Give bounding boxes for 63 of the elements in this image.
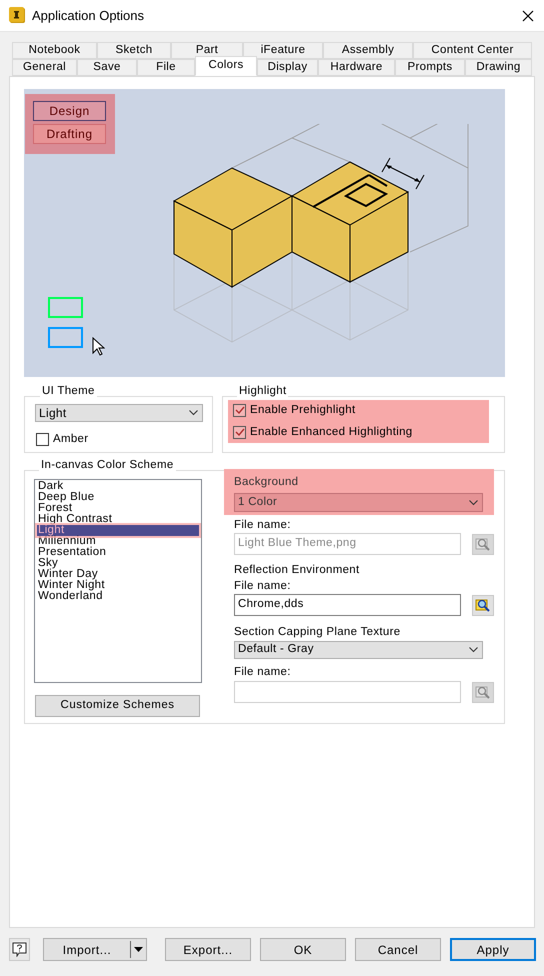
list-item[interactable]: Deep Blue [37, 492, 199, 503]
theme-dropdown[interactable]: Light [35, 404, 203, 422]
help-icon [12, 942, 27, 957]
import-button[interactable]: Import... [43, 938, 147, 961]
help-button[interactable] [9, 938, 30, 961]
file-name-field[interactable]: Chrome,dds [234, 594, 461, 616]
checkbox[interactable] [36, 433, 49, 446]
magnifier-icon [475, 598, 491, 612]
list-item[interactable]: Presentation [37, 547, 199, 558]
list-item[interactable]: Wonderland [37, 591, 199, 602]
list-item[interactable]: Forest [37, 503, 199, 514]
dialog-button[interactable]: Export... [165, 938, 251, 961]
browse-button[interactable] [472, 594, 494, 616]
list-item[interactable]: High Contrast [37, 514, 199, 525]
customize-button[interactable]: Customize Schemes [35, 695, 200, 717]
tab[interactable]: Content Center [413, 42, 532, 59]
list-item[interactable]: Millennium [37, 536, 199, 547]
field-label: File name: [234, 518, 292, 533]
tab[interactable]: Drawing [465, 59, 532, 76]
scheme-list[interactable]: Dark Deep Blue Forest High Contrast Light Millennium Presentation Sky Winter Day Winter Night Wonderland [34, 479, 202, 683]
checkbox-label: Enable Prehighlight [250, 403, 356, 418]
cursor-icon [92, 337, 105, 356]
chevron-icon [469, 500, 478, 506]
field-label: File name: [234, 665, 292, 680]
magnifier-icon [475, 537, 491, 551]
tab[interactable]: Assembly [323, 42, 413, 59]
apply-button[interactable]: Apply [450, 938, 536, 961]
tab[interactable]: iFeature [243, 42, 323, 59]
tab[interactable]: Save [77, 59, 137, 76]
tab[interactable]: Hardware [318, 59, 395, 76]
window-title: Application Options [32, 6, 144, 25]
tab[interactable]: Display [257, 59, 318, 76]
chevron-icon [469, 647, 478, 653]
field-label: File name: [234, 579, 292, 594]
checkbox-label: Enable Enhanced Highlighting [250, 424, 412, 440]
list-item[interactable]: Winter Day [37, 569, 199, 580]
dialog-button[interactable]: Cancel [355, 938, 441, 961]
tab[interactable]: Prompts [395, 59, 465, 76]
app-icon [9, 7, 26, 24]
list-item[interactable]: Light [37, 525, 199, 536]
selection-swatch [48, 297, 83, 318]
tab[interactable]: Notebook [12, 42, 97, 59]
field-label: Reflection Environment [234, 563, 360, 578]
tab[interactable]: General [12, 59, 77, 76]
tab[interactable]: File [137, 59, 195, 76]
selection-swatch [48, 327, 83, 348]
list-item[interactable]: Winter Night [37, 580, 199, 591]
mode-button[interactable]: Design [33, 101, 106, 121]
list-item[interactable]: Dark [37, 481, 199, 492]
tab[interactable]: Colors [195, 56, 257, 76]
dialog-button[interactable]: OK [260, 938, 346, 961]
checkbox[interactable] [233, 404, 246, 418]
chevron-icon [189, 410, 198, 416]
checkbox[interactable] [233, 426, 246, 439]
field-label: Section Capping Plane Texture [234, 625, 402, 640]
close-icon[interactable] [522, 10, 534, 22]
field-label: Background [234, 475, 300, 490]
mode-button[interactable]: Drafting [33, 124, 106, 144]
magnifier-icon [475, 685, 491, 699]
dropdown-arrow-icon [134, 947, 143, 952]
tab[interactable]: Sketch [97, 42, 171, 59]
checkbox-label: Amber [53, 432, 88, 447]
list-item[interactable]: Sky [37, 558, 199, 569]
